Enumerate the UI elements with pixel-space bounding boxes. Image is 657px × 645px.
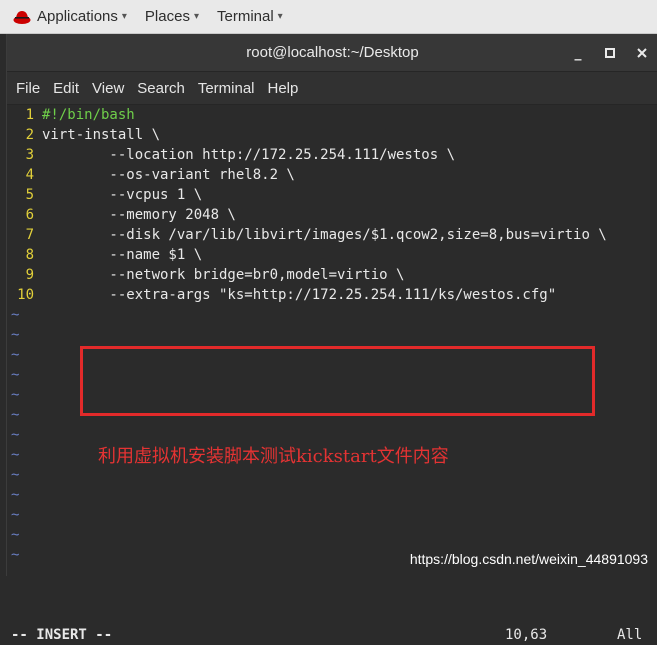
maximize-icon [605,47,615,58]
redhat-logo-icon[interactable] [13,8,31,26]
annotation-text: 利用虚拟机安装脚本测试kickstart文件内容 [98,446,449,467]
line-number: 4 [25,167,34,183]
line-text: --vcpus 1 \ [42,187,203,203]
close-icon [637,47,647,58]
tilde-marker: ~ [11,447,20,463]
line-number: 2 [25,127,34,143]
line-text: --os-variant rhel8.2 \ [42,167,295,183]
empty-line: ~ [7,325,19,345]
line-text: virt-install \ [42,127,161,143]
menu-view[interactable]: View [92,80,124,97]
empty-line: ~ [7,485,19,505]
menu-help[interactable]: Help [268,80,299,97]
line-number: 10 [17,287,34,303]
tilde-marker: ~ [11,327,20,343]
window-controls: _ [562,34,657,71]
top-panel: Applications ▾ Places ▾ Terminal ▾ [0,0,657,34]
places-label: Places [144,8,190,25]
code-line: 9 --network bridge=br0,model=virtio \ [7,265,405,285]
tilde-marker: ~ [11,527,20,543]
line-number: 6 [25,207,34,223]
code-line: 1 #!/bin/bash [7,105,135,125]
menu-file[interactable]: File [16,80,40,97]
empty-line: ~ [7,365,19,385]
chevron-down-icon: ▾ [277,11,283,22]
empty-line: ~ [7,545,19,565]
empty-line: ~ [7,345,19,365]
tilde-marker: ~ [11,307,20,323]
tilde-marker: ~ [11,367,20,383]
empty-line: ~ [7,425,19,445]
empty-line: ~ [7,385,19,405]
cursor-position: 10,63 [505,627,548,643]
maximize-button[interactable] [594,34,626,71]
line-number: 1 [25,107,34,123]
line-text: --location http://172.25.254.111/westos … [42,147,456,163]
tilde-marker: ~ [11,547,20,563]
insert-mode-indicator: -- INSERT -- [11,627,113,643]
code-line: 4 --os-variant rhel8.2 \ [7,165,295,185]
tilde-marker: ~ [11,387,20,403]
tilde-marker: ~ [11,467,20,483]
highlight-box [80,346,595,416]
code-line: 10 --extra-args "ks=http://172.25.254.11… [7,285,556,305]
code-line: 8 --name $1 \ [7,245,203,265]
line-number: 3 [25,147,34,163]
empty-line: ~ [7,525,19,545]
empty-line: ~ [7,505,19,525]
tilde-marker: ~ [11,347,20,363]
menu-terminal[interactable]: Terminal [198,80,255,97]
terminal-label: Terminal [216,8,274,25]
menu-search[interactable]: Search [137,80,185,97]
chevron-down-icon: ▾ [193,11,199,22]
code-line: 2 virt-install \ [7,125,160,145]
menu-edit[interactable]: Edit [53,80,79,97]
empty-line: ~ [7,405,19,425]
code-line: 6 --memory 2048 \ [7,205,236,225]
empty-line: ~ [7,465,19,485]
line-text: --extra-args "ks=http://172.25.254.111/k… [42,287,557,303]
applications-menu[interactable]: Applications ▾ [37,8,127,25]
vim-status-line: -- INSERT -- 10,63 All [7,625,657,645]
code-line: 5 --vcpus 1 \ [7,185,203,205]
close-button[interactable] [626,34,657,71]
window-titlebar[interactable]: root@localhost:~/Desktop _ [7,34,657,71]
places-menu[interactable]: Places ▾ [145,8,199,25]
line-text: --memory 2048 \ [42,207,236,223]
code-line: 7 --disk /var/lib/libvirt/images/$1.qcow… [7,225,607,245]
terminal-content[interactable]: 1 #!/bin/bash 2 virt-install \ 3 --locatio… [7,105,657,643]
line-text: --network bridge=br0,model=virtio \ [42,267,405,283]
watermark: https://blog.csdn.net/weixin_44891093 [409,551,648,567]
tilde-marker: ~ [11,427,20,443]
line-number: 5 [25,187,34,203]
tilde-marker: ~ [11,407,20,423]
line-number: 9 [25,267,34,283]
window-title: root@localhost:~/Desktop [246,44,419,61]
line-number: 8 [25,247,34,263]
empty-line: ~ [7,445,19,465]
terminal-window: root@localhost:~/Desktop _ File Edit Vie… [6,34,657,643]
applications-label: Applications [37,8,118,25]
line-number: 7 [25,227,34,243]
menubar: File Edit View Search Terminal Help [7,71,657,105]
empty-line: ~ [7,305,19,325]
code-line: 3 --location http://172.25.254.111/westo… [7,145,455,165]
tilde-marker: ~ [11,507,20,523]
minimize-button[interactable]: _ [562,34,594,71]
line-text: --disk /var/lib/libvirt/images/$1.qcow2,… [42,227,607,243]
chevron-down-icon: ▾ [121,11,127,22]
line-text: --name $1 \ [42,247,203,263]
terminal-app-menu[interactable]: Terminal ▾ [217,8,283,25]
scroll-position: All [617,627,643,643]
line-text: #!/bin/bash [42,107,135,123]
tilde-marker: ~ [11,487,20,503]
